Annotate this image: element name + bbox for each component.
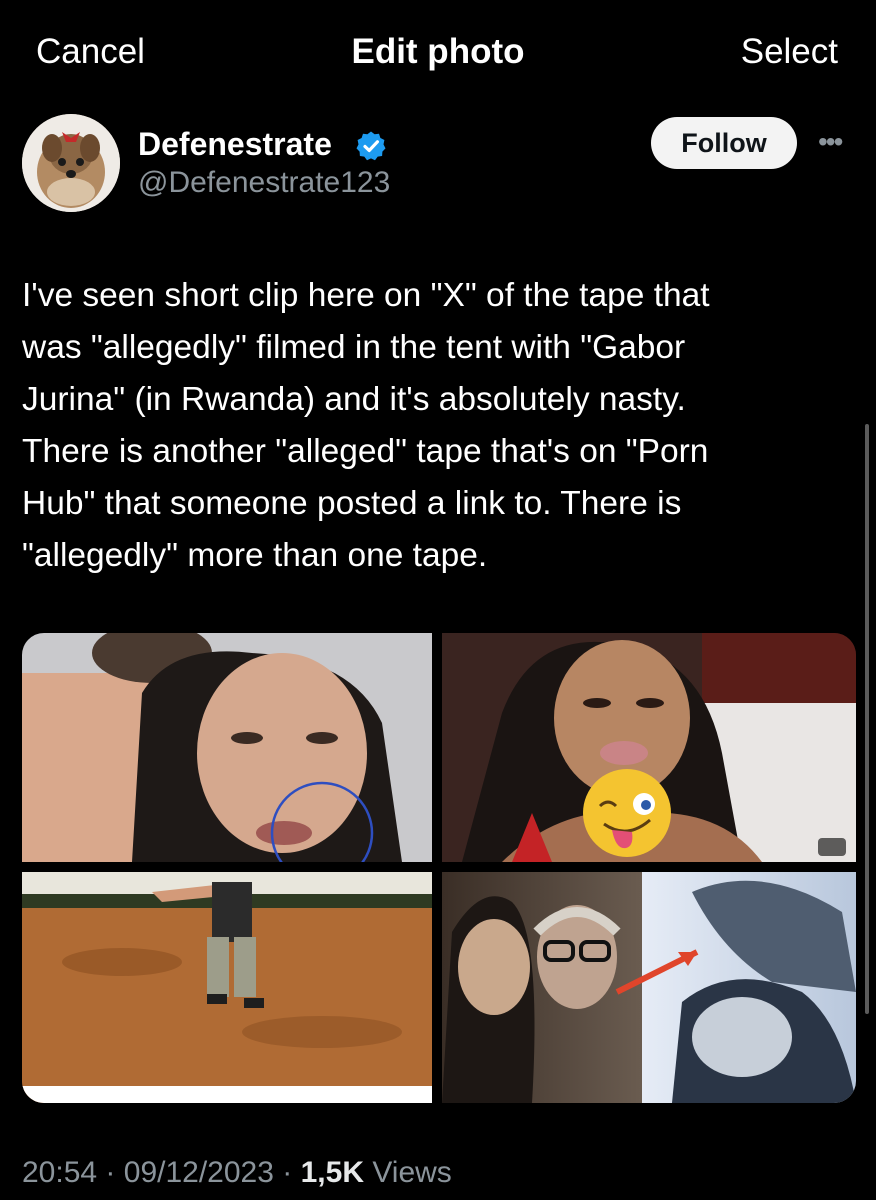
separator: · <box>105 1156 116 1189</box>
avatar-dog-image <box>22 114 120 212</box>
photo-4-image <box>442 872 856 1103</box>
photo-1-image <box>22 633 432 862</box>
alt-text-icon <box>818 838 846 856</box>
author-handle[interactable]: @Defenestrate123 <box>138 166 390 200</box>
photo-3[interactable] <box>22 872 432 1103</box>
verified-badge-icon <box>355 130 387 162</box>
separator: · <box>282 1156 293 1189</box>
top-bar: Cancel Edit photo Select <box>0 0 876 110</box>
views-label: Views <box>372 1156 452 1189</box>
media-grid <box>22 633 856 1103</box>
views-count[interactable]: 1,5K <box>301 1156 364 1189</box>
cancel-button[interactable]: Cancel <box>36 32 145 72</box>
photo-1[interactable] <box>22 633 432 862</box>
photo-3-image <box>22 872 432 1103</box>
ellipsis-icon[interactable]: ••• <box>818 126 843 158</box>
avatar[interactable] <box>22 114 120 212</box>
photo-2[interactable] <box>442 633 856 862</box>
follow-button[interactable]: Follow <box>651 117 797 169</box>
tweet-metadata: 20:54 · 09/12/2023 · 1,5K Views <box>22 1156 452 1190</box>
tweet-time: 20:54 <box>22 1156 98 1189</box>
author-name[interactable]: Defenestrate <box>138 126 332 163</box>
select-button[interactable]: Select <box>741 32 838 72</box>
scrollbar[interactable] <box>865 424 869 1014</box>
winking-tongue-emoji-icon <box>582 768 672 858</box>
photo-4[interactable] <box>442 872 856 1103</box>
tweet-date: 09/12/2023 <box>123 1156 274 1189</box>
tweet-text: I've seen short clip here on "X" of the … <box>22 277 710 574</box>
